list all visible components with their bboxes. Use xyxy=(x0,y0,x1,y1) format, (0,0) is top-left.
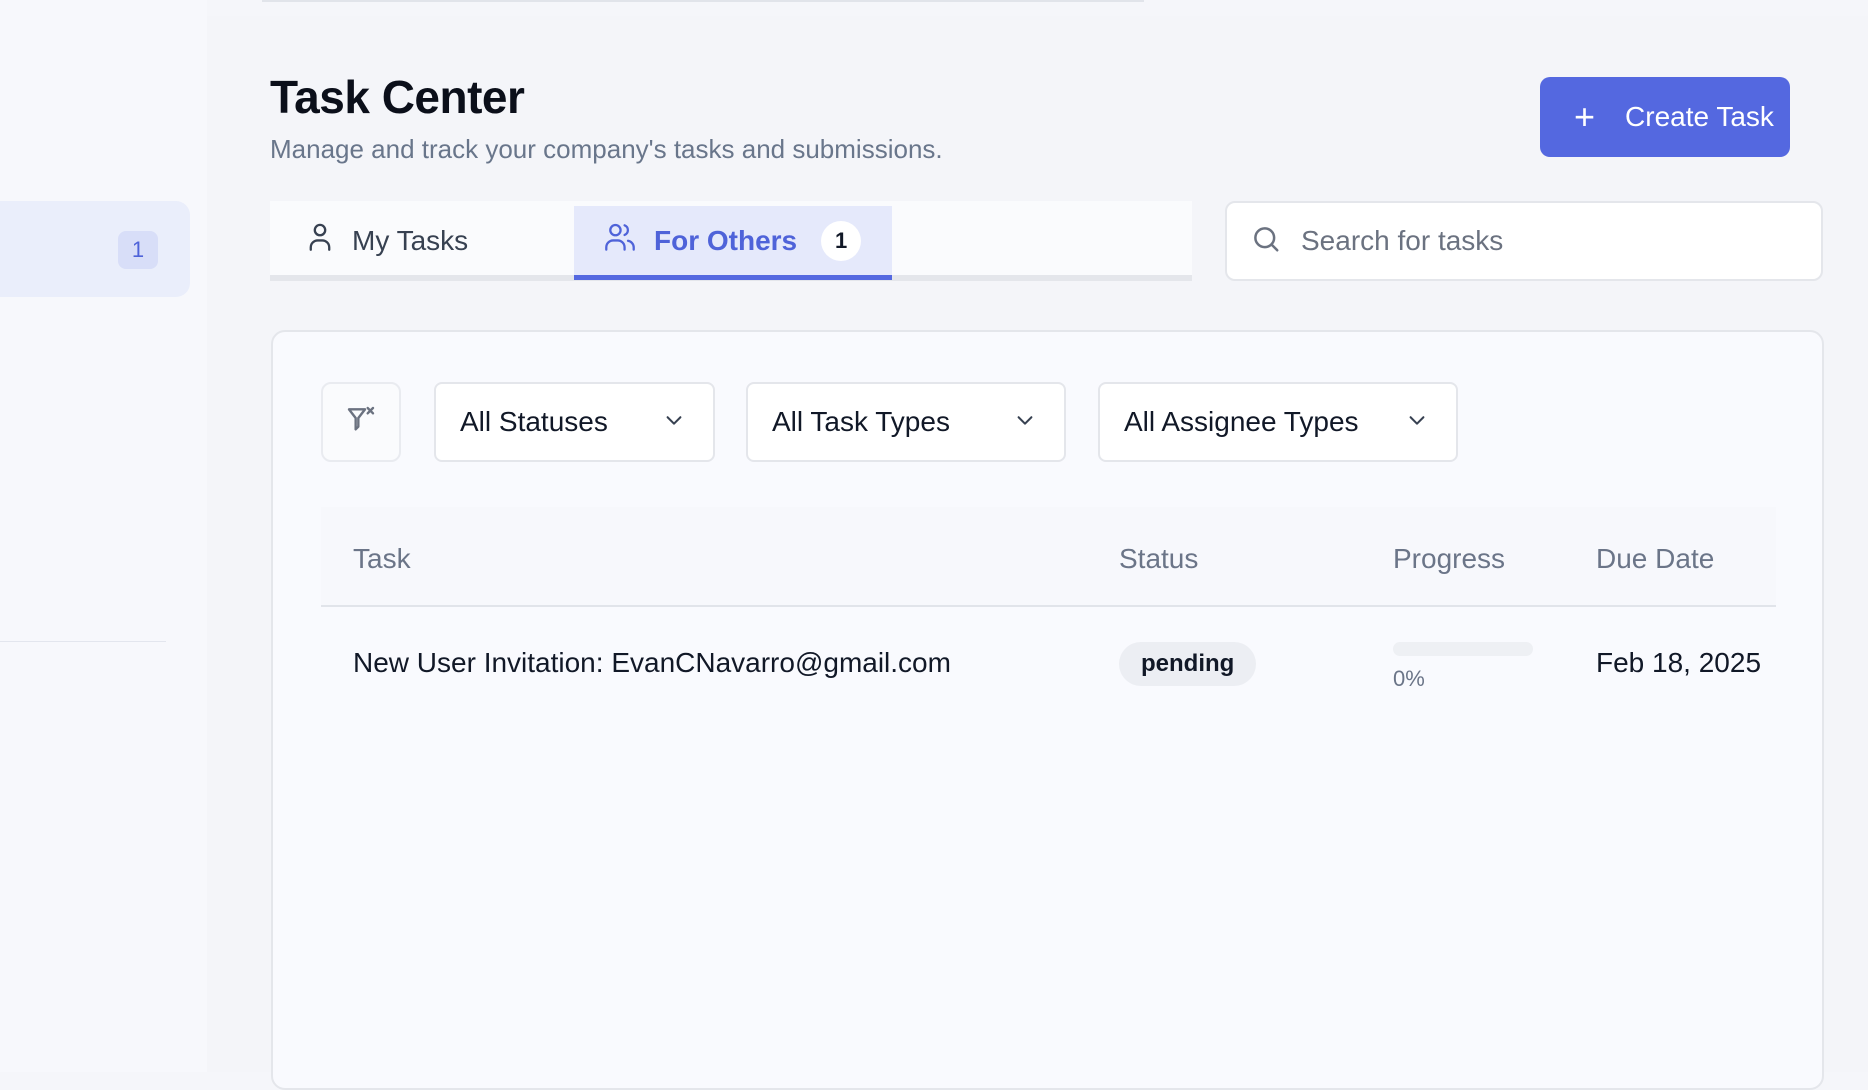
assignee-type-filter-value: All Assignee Types xyxy=(1124,406,1359,437)
tasks-card: All Statuses All Task Types All Assignee… xyxy=(271,330,1824,1090)
due-date: Feb 18, 2025 xyxy=(1596,647,1762,678)
table-header: Task Status Progress Due Date xyxy=(321,507,1776,607)
chevron-down-icon xyxy=(1014,406,1036,438)
tab-my-tasks[interactable]: My Tasks xyxy=(306,206,468,275)
status-filter-select[interactable]: All Statuses xyxy=(434,382,715,462)
task-tabs: My Tasks For Others 1 xyxy=(270,201,1192,281)
search-icon xyxy=(1227,224,1281,259)
sidebar-item-active[interactable]: 1 xyxy=(0,201,190,297)
column-header-status[interactable]: Status xyxy=(1119,543,1198,575)
sidebar-item-badge: 1 xyxy=(118,231,158,269)
column-header-due-date[interactable]: Due Date xyxy=(1596,543,1714,575)
chevron-down-icon xyxy=(663,406,685,438)
table-row[interactable]: New User Invitation: EvanCNavarro@gmail.… xyxy=(321,609,1776,713)
task-type-filter-value: All Task Types xyxy=(772,406,950,437)
page-title: Task Center xyxy=(270,71,525,123)
page-subtitle: Manage and track your company's tasks an… xyxy=(270,134,943,164)
search-input[interactable] xyxy=(1301,225,1781,257)
clear-filters-button[interactable] xyxy=(321,382,401,462)
user-icon xyxy=(306,222,334,259)
sidebar: 1 xyxy=(0,0,207,1072)
users-icon xyxy=(604,222,636,259)
top-divider xyxy=(262,0,1144,2)
chevron-down-icon xyxy=(1406,406,1428,438)
tab-my-tasks-label: My Tasks xyxy=(352,224,469,256)
column-header-task[interactable]: Task xyxy=(353,543,411,575)
tab-count-badge: 1 xyxy=(821,220,862,261)
plus-icon: + xyxy=(1574,96,1596,137)
filter-clear-icon xyxy=(345,404,377,441)
status-filter-value: All Statuses xyxy=(460,406,608,437)
tab-for-others[interactable]: For Others 1 xyxy=(574,206,892,280)
tab-for-others-label: For Others xyxy=(654,224,798,256)
task-name: New User Invitation: EvanCNavarro@gmail.… xyxy=(353,647,951,678)
progress-percent: 0% xyxy=(1393,666,1425,691)
create-task-button[interactable]: + Create Task xyxy=(1540,77,1790,157)
task-type-filter-select[interactable]: All Task Types xyxy=(746,382,1066,462)
column-header-progress[interactable]: Progress xyxy=(1393,543,1505,575)
progress-bar xyxy=(1393,642,1533,656)
search-box xyxy=(1225,201,1823,281)
status-badge: pending xyxy=(1119,642,1257,686)
sidebar-divider xyxy=(0,641,166,642)
create-task-label: Create Task xyxy=(1625,101,1774,132)
assignee-type-filter-select[interactable]: All Assignee Types xyxy=(1098,382,1458,462)
